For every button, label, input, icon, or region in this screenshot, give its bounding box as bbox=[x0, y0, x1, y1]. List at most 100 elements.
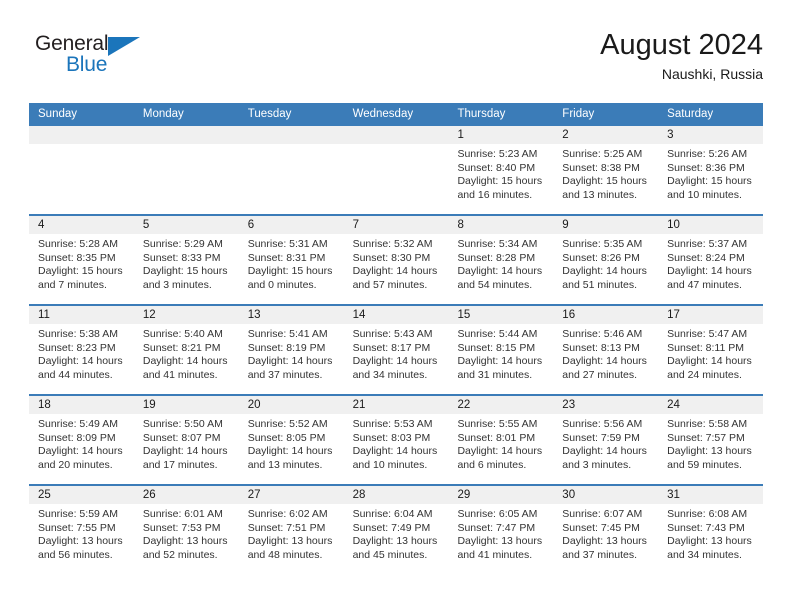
sunrise-text: Sunrise: 6:05 AM bbox=[457, 508, 538, 520]
calendar-day-cell[interactable]: 3 Sunrise: 5:26 AM Sunset: 8:36 PM Daylight… bbox=[658, 126, 764, 214]
day-number: 3 bbox=[658, 126, 764, 144]
calendar-day-cell[interactable]: 19 Sunrise: 5:50 AM Sunset: 8:07 PM Dayligh… bbox=[133, 396, 239, 484]
calendar-day-cell[interactable]: 18 Sunrise: 5:49 AM Sunset: 8:09 PM Dayligh… bbox=[29, 396, 134, 484]
sunset-text: Sunset: 8:09 PM bbox=[38, 431, 116, 444]
sunset-text: Sunset: 8:40 PM bbox=[457, 161, 536, 174]
daylight-text-line2: and 13 minutes. bbox=[562, 188, 638, 201]
daylight-text-line1: Daylight: 14 hours bbox=[352, 445, 438, 458]
daylight-text-line1: Daylight: 14 hours bbox=[667, 355, 752, 368]
calendar-day-cell[interactable]: 11 Sunrise: 5:38 AM Sunset: 8:23 PM Dayligh… bbox=[29, 306, 134, 394]
day-details: Sunrise: 6:05 AM Sunset: 7:47 PM Daylight:… bbox=[448, 504, 553, 562]
daylight-text-line2: and 0 minutes. bbox=[247, 278, 317, 291]
daylight-text-line1: Daylight: 15 hours bbox=[667, 175, 752, 188]
sunset-text: Sunset: 7:43 PM bbox=[667, 521, 745, 534]
day-number: 29 bbox=[448, 486, 554, 504]
page-title: August 2024 bbox=[600, 29, 763, 61]
brand-logo[interactable]: General Blue bbox=[35, 32, 205, 88]
day-number: 24 bbox=[658, 396, 764, 414]
sunset-text: Sunset: 8:23 PM bbox=[38, 341, 116, 354]
calendar-day-cell[interactable]: 22 Sunrise: 5:55 AM Sunset: 8:01 PM Dayligh… bbox=[448, 396, 554, 484]
daylight-text-line1: Daylight: 15 hours bbox=[247, 265, 333, 278]
calendar-day-cell[interactable]: 10 Sunrise: 5:37 AM Sunset: 8:24 PM Dayligh… bbox=[658, 216, 764, 304]
calendar-day-cell[interactable]: 29 Sunrise: 6:05 AM Sunset: 7:47 PM Dayligh… bbox=[448, 486, 554, 574]
daylight-text-line2: and 13 minutes. bbox=[247, 458, 323, 471]
calendar-day-cell[interactable]: 17 Sunrise: 5:47 AM Sunset: 8:11 PM Dayligh… bbox=[658, 306, 764, 394]
sunset-text: Sunset: 7:53 PM bbox=[142, 521, 221, 534]
weekday-header-friday: Friday bbox=[562, 108, 595, 120]
sunrise-text: Sunrise: 5:23 AM bbox=[457, 148, 538, 160]
sunset-text: Sunset: 8:11 PM bbox=[667, 341, 745, 354]
calendar-day-cell[interactable]: 28 Sunrise: 6:04 AM Sunset: 7:49 PM Dayligh… bbox=[343, 486, 449, 574]
calendar-day-cell[interactable]: 12 Sunrise: 5:40 AM Sunset: 8:21 PM Dayligh… bbox=[133, 306, 239, 394]
sunrise-text: Sunrise: 5:53 AM bbox=[352, 418, 433, 430]
sunrise-text: Sunrise: 5:26 AM bbox=[667, 148, 748, 160]
calendar-day-cell[interactable]: 1 Sunrise: 5:23 AM Sunset: 8:40 PM Daylight… bbox=[448, 126, 554, 214]
brand-name-blue: Blue bbox=[66, 53, 108, 76]
daylight-text-line2: and 3 minutes. bbox=[142, 278, 212, 291]
daylight-text-line2: and 41 minutes. bbox=[142, 368, 218, 381]
calendar-day-cell[interactable]: 27 Sunrise: 6:02 AM Sunset: 7:51 PM Dayligh… bbox=[238, 486, 344, 574]
sunset-text: Sunset: 8:19 PM bbox=[247, 341, 326, 354]
day-number: 28 bbox=[343, 486, 449, 504]
sunset-text: Sunset: 8:30 PM bbox=[352, 251, 431, 264]
sunset-text: Sunset: 8:03 PM bbox=[352, 431, 431, 444]
day-details: Sunrise: 6:07 AM Sunset: 7:45 PM Daylight:… bbox=[553, 504, 658, 562]
sunset-text: Sunset: 8:07 PM bbox=[142, 431, 221, 444]
day-details: Sunrise: 5:25 AM Sunset: 8:38 PM Daylight:… bbox=[553, 144, 658, 202]
calendar-day-cell[interactable]: 21 Sunrise: 5:53 AM Sunset: 8:03 PM Dayligh… bbox=[343, 396, 449, 484]
calendar-day-cell[interactable]: 16 Sunrise: 5:46 AM Sunset: 8:13 PM Dayligh… bbox=[553, 306, 659, 394]
calendar-day-cell[interactable]: 23 Sunrise: 5:56 AM Sunset: 7:59 PM Dayligh… bbox=[553, 396, 659, 484]
calendar-day-cell[interactable]: 30 Sunrise: 6:07 AM Sunset: 7:45 PM Dayligh… bbox=[553, 486, 659, 574]
sunrise-text: Sunrise: 5:31 AM bbox=[247, 238, 328, 250]
sunrise-text: Sunrise: 5:43 AM bbox=[352, 328, 433, 340]
daylight-text-line2: and 34 minutes. bbox=[667, 548, 742, 561]
sunrise-text: Sunrise: 5:25 AM bbox=[562, 148, 643, 160]
sunrise-text: Sunrise: 5:58 AM bbox=[667, 418, 748, 430]
day-number: 5 bbox=[133, 216, 239, 234]
day-number: 15 bbox=[448, 306, 554, 324]
day-number: 26 bbox=[133, 486, 239, 504]
sunrise-text: Sunrise: 5:59 AM bbox=[38, 508, 118, 520]
sunset-text: Sunset: 7:45 PM bbox=[562, 521, 640, 534]
daylight-text-line2: and 6 minutes. bbox=[457, 458, 527, 471]
daylight-text-line1: Daylight: 14 hours bbox=[457, 355, 543, 368]
calendar-day-cell[interactable]: 4 Sunrise: 5:28 AM Sunset: 8:35 PM Daylight… bbox=[29, 216, 134, 304]
calendar-day-cell[interactable]: 15 Sunrise: 5:44 AM Sunset: 8:15 PM Dayligh… bbox=[448, 306, 554, 394]
daylight-text-line1: Daylight: 14 hours bbox=[247, 355, 333, 368]
calendar-day-cell[interactable]: 20 Sunrise: 5:52 AM Sunset: 8:05 PM Dayligh… bbox=[238, 396, 344, 484]
day-number: 17 bbox=[658, 306, 764, 324]
calendar-day-cell[interactable]: 14 Sunrise: 5:43 AM Sunset: 8:17 PM Dayligh… bbox=[343, 306, 449, 394]
day-number: 9 bbox=[553, 216, 659, 234]
sunset-text: Sunset: 8:17 PM bbox=[352, 341, 431, 354]
daylight-text-line1: Daylight: 14 hours bbox=[247, 445, 333, 458]
calendar-day-cell[interactable]: 8 Sunrise: 5:34 AM Sunset: 8:28 PM Daylight… bbox=[448, 216, 554, 304]
sunrise-text: Sunrise: 5:40 AM bbox=[142, 328, 223, 340]
daylight-text-line2: and 59 minutes. bbox=[667, 458, 742, 471]
calendar-day-cell[interactable]: 24 Sunrise: 5:58 AM Sunset: 7:57 PM Dayligh… bbox=[658, 396, 764, 484]
daylight-text-line1: Daylight: 14 hours bbox=[352, 355, 438, 368]
sunrise-text: Sunrise: 5:41 AM bbox=[247, 328, 328, 340]
calendar-day-cell[interactable]: 25 Sunrise: 5:59 AM Sunset: 7:55 PM Dayligh… bbox=[29, 486, 134, 574]
day-details: Sunrise: 5:35 AM Sunset: 8:26 PM Daylight:… bbox=[553, 234, 658, 292]
daylight-text-line2: and 7 minutes. bbox=[38, 278, 107, 291]
day-details: Sunrise: 5:34 AM Sunset: 8:28 PM Daylight:… bbox=[448, 234, 553, 292]
calendar-day-cell[interactable]: 31 Sunrise: 6:08 AM Sunset: 7:43 PM Dayligh… bbox=[658, 486, 764, 574]
calendar-day-cell[interactable]: 26 Sunrise: 6:01 AM Sunset: 7:53 PM Dayligh… bbox=[133, 486, 239, 574]
daylight-text-line2: and 10 minutes. bbox=[352, 458, 428, 471]
calendar-day-cell[interactable]: 13 Sunrise: 5:41 AM Sunset: 8:19 PM Dayligh… bbox=[238, 306, 344, 394]
calendar-day-cell[interactable]: 9 Sunrise: 5:35 AM Sunset: 8:26 PM Daylight… bbox=[553, 216, 659, 304]
calendar-day-cell[interactable]: 6 Sunrise: 5:31 AM Sunset: 8:31 PM Daylight… bbox=[238, 216, 344, 304]
page-subtitle: Naushki, Russia bbox=[661, 66, 763, 82]
calendar-week-row: 18 Sunrise: 5:49 AM Sunset: 8:09 PM Dayligh… bbox=[29, 394, 764, 484]
sunset-text: Sunset: 8:26 PM bbox=[562, 251, 640, 264]
day-details: Sunrise: 5:37 AM Sunset: 8:24 PM Daylight:… bbox=[658, 234, 763, 292]
day-number: 13 bbox=[238, 306, 344, 324]
calendar-day-cell[interactable]: 5 Sunrise: 5:29 AM Sunset: 8:33 PM Daylight… bbox=[133, 216, 239, 304]
calendar-day-cell[interactable]: 7 Sunrise: 5:32 AM Sunset: 8:30 PM Daylight… bbox=[343, 216, 449, 304]
sunset-text: Sunset: 8:05 PM bbox=[247, 431, 326, 444]
weekday-header-row: Sunday Monday Tuesday Wednesday Thursday… bbox=[29, 103, 763, 126]
daylight-text-line1: Daylight: 15 hours bbox=[562, 175, 647, 188]
calendar-day-cell[interactable]: 2 Sunrise: 5:25 AM Sunset: 8:38 PM Daylight… bbox=[553, 126, 659, 214]
daylight-text-line1: Daylight: 14 hours bbox=[562, 445, 647, 458]
day-details: Sunrise: 5:29 AM Sunset: 8:33 PM Daylight:… bbox=[134, 234, 239, 292]
